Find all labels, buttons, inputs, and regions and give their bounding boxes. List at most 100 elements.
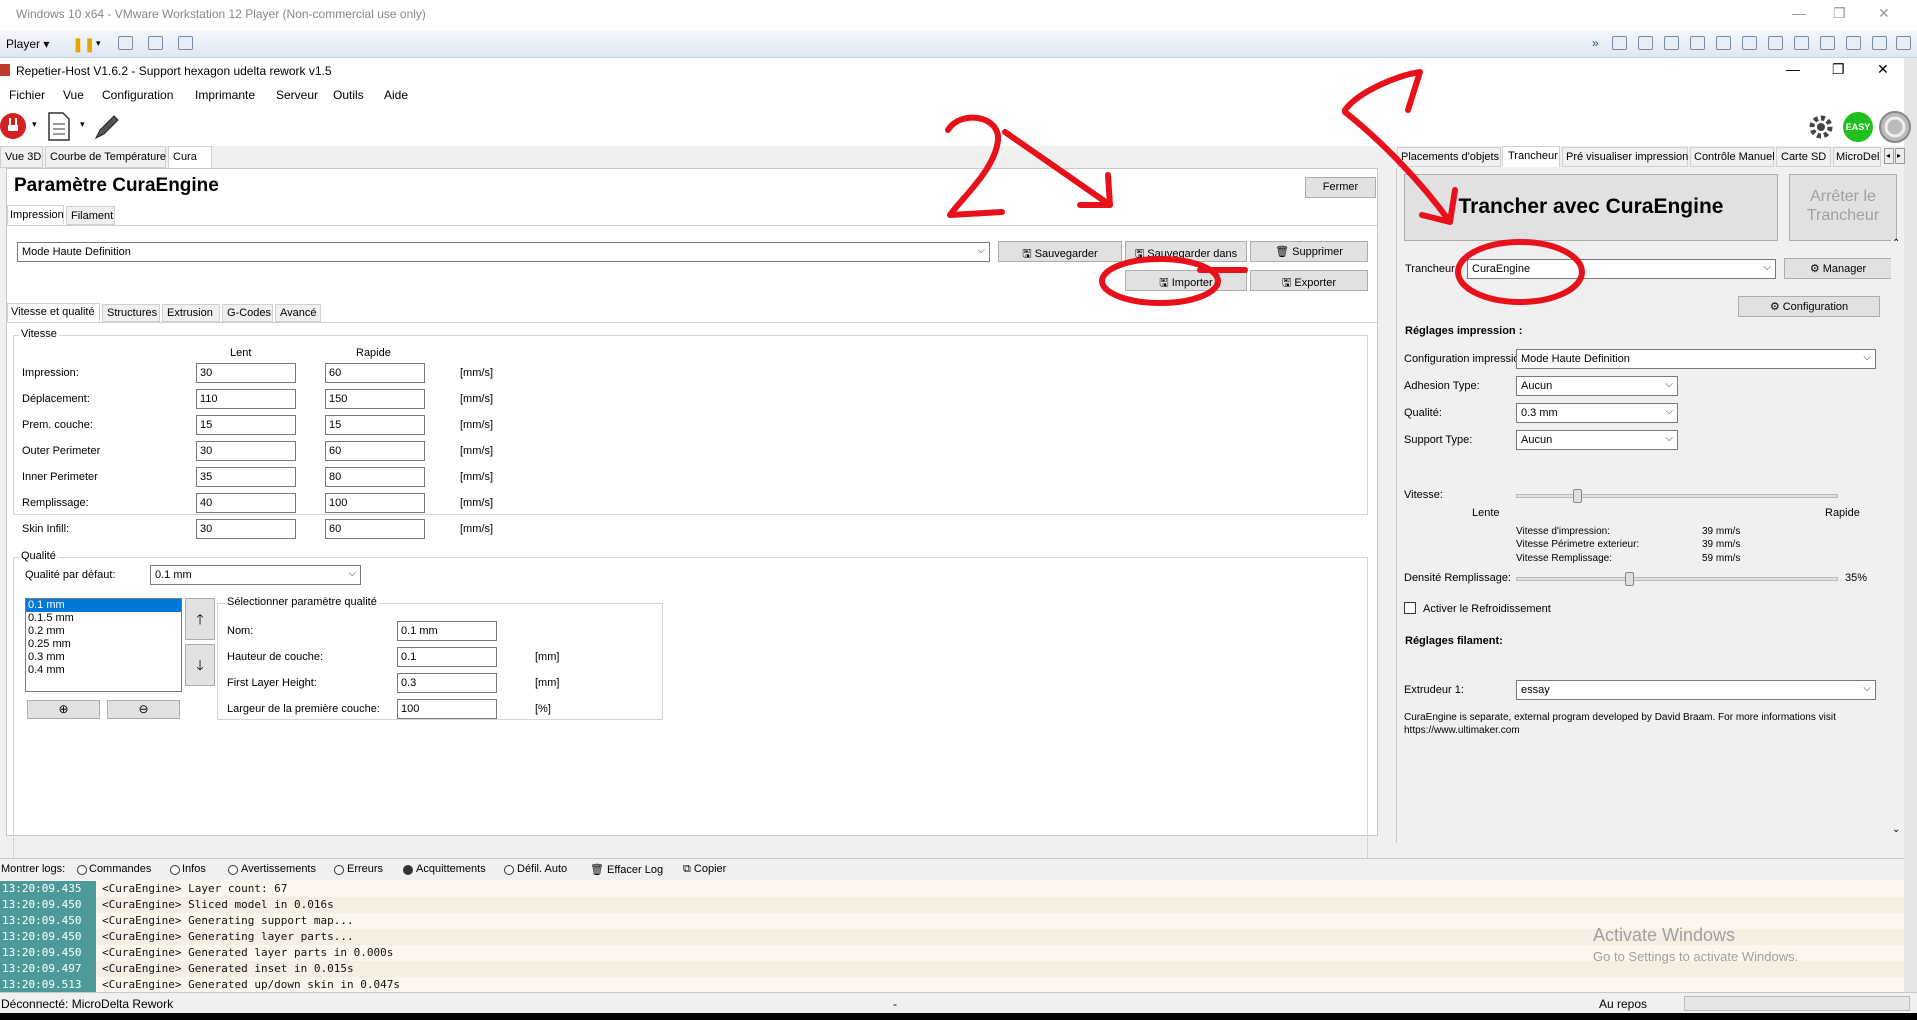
menu-imprimante[interactable]: Imprimante xyxy=(195,88,255,102)
device-network-icon[interactable] xyxy=(1716,36,1731,50)
device-hdd-icon[interactable] xyxy=(1612,36,1627,50)
log-view[interactable]: 13:20:09.435 <CuraEngine> Layer count: 67… xyxy=(0,880,1904,993)
log-warnings-label[interactable]: Avertissements xyxy=(241,863,316,875)
log-autoscroll-label[interactable]: Défil. Auto xyxy=(517,863,567,875)
device-floppy-icon[interactable] xyxy=(1664,36,1679,50)
pause-dropdown-icon[interactable]: ▾ xyxy=(96,38,101,49)
list-item[interactable]: 0.2 mm xyxy=(26,625,181,638)
speed-inner-perimeter-slow[interactable]: 35 xyxy=(196,467,296,487)
device-camera-icon[interactable] xyxy=(1794,36,1809,50)
printer-settings-icon[interactable] xyxy=(1806,112,1836,142)
quality-select[interactable]: 0.3 mm ⌵ xyxy=(1516,403,1678,423)
tab-vitesse-qualite[interactable]: Vitesse et qualité xyxy=(7,303,100,322)
tab-cura[interactable]: Cura xyxy=(168,146,212,168)
menu-fichier[interactable]: Fichier xyxy=(9,88,45,102)
clear-log-button[interactable]: 🗑 Effacer Log xyxy=(590,863,663,876)
speed-impression-slow[interactable]: 30 xyxy=(196,363,296,383)
delete-button[interactable]: 🗑 Supprimer xyxy=(1250,241,1368,262)
app-close-button[interactable]: ✕ xyxy=(1877,61,1889,78)
log-ack-label[interactable]: Acquittements xyxy=(416,863,486,875)
copy-log-button[interactable]: ⧉ Copier xyxy=(683,863,726,876)
menu-serveur[interactable]: Serveur xyxy=(276,88,318,102)
tab-structures[interactable]: Structures xyxy=(102,304,160,322)
unity-icon[interactable] xyxy=(178,36,193,50)
fit-guest-icon[interactable] xyxy=(148,36,163,50)
tab-controle-manuel[interactable]: Contrôle Manuel xyxy=(1690,147,1775,167)
slice-button[interactable]: Trancher avec CuraEngine xyxy=(1404,174,1778,241)
log-infos-radio[interactable] xyxy=(170,865,180,875)
density-slider-track[interactable] xyxy=(1516,577,1838,581)
speed-skin-infill-slow[interactable]: 30 xyxy=(196,519,296,539)
log-infos-label[interactable]: Infos xyxy=(182,863,206,875)
list-item[interactable]: 0.25 mm xyxy=(26,638,181,651)
speed-skin-infill-fast[interactable]: 60 xyxy=(325,519,425,539)
log-commands-radio[interactable] xyxy=(77,865,87,875)
device-messages-icon[interactable] xyxy=(1896,36,1911,50)
log-warnings-radio[interactable] xyxy=(228,865,238,875)
vm-minimize-button[interactable]: — xyxy=(1792,5,1806,21)
speed-prem-couche-slow[interactable]: 15 xyxy=(196,415,296,435)
stop-slicer-button[interactable]: Arrêter le Trancheur xyxy=(1789,174,1897,241)
move-up-button[interactable]: 🡑 xyxy=(185,598,215,640)
tab-extrusion[interactable]: Extrusion xyxy=(162,304,220,322)
export-button[interactable]: 🖫 Exporter xyxy=(1250,270,1368,291)
quality-list[interactable]: 0.1 mm 0.1.5 mm 0.2 mm 0.25 mm 0.3 mm 0.… xyxy=(25,598,182,692)
device-other-icon[interactable] xyxy=(1872,36,1887,50)
device-cd-icon[interactable] xyxy=(1638,36,1653,50)
log-autoscroll-radio[interactable] xyxy=(504,865,514,875)
subtab-impression[interactable]: Impression xyxy=(7,205,64,225)
speed-slider-thumb[interactable] xyxy=(1573,489,1583,503)
device-printer-icon[interactable] xyxy=(1690,36,1705,50)
tab-vue-3d[interactable]: Vue 3D xyxy=(0,146,43,168)
player-menu[interactable]: Player ▾ xyxy=(6,37,49,51)
param-largeur-input[interactable]: 100 xyxy=(397,699,497,719)
import-button[interactable]: 🖫 Importer xyxy=(1125,270,1247,291)
save-in-button[interactable]: 🖫 Sauvegarder dans xyxy=(1125,241,1247,262)
adhesion-select[interactable]: Aucun ⌵ xyxy=(1516,376,1678,396)
edit-gcode-icon[interactable] xyxy=(92,112,122,142)
right-scrollbar[interactable]: ⌃ ⌄ xyxy=(1891,238,1903,840)
tab-carte-sd[interactable]: Carte SD xyxy=(1776,147,1831,167)
tab-avance[interactable]: Avancé xyxy=(275,304,321,322)
tab-placements-objets[interactable]: Placements d'objets xyxy=(1397,147,1501,167)
load-file-icon[interactable] xyxy=(46,112,72,142)
list-item[interactable]: 0.1.5 mm xyxy=(26,612,181,625)
device-serial-icon[interactable] xyxy=(1846,36,1861,50)
menu-aide[interactable]: Aide xyxy=(384,88,408,102)
profile-select[interactable]: Mode Haute Definition ⌵ xyxy=(17,242,990,262)
manager-button[interactable]: ⚙ Manager xyxy=(1784,258,1892,279)
tab-previsualiser[interactable]: Pré visualiser impression xyxy=(1562,147,1688,167)
configuration-button[interactable]: ⚙ Configuration xyxy=(1738,296,1880,317)
param-hauteur-input[interactable]: 0.1 xyxy=(397,647,497,667)
cooling-checkbox[interactable] xyxy=(1404,602,1416,614)
tab-trancheur[interactable]: Trancheur xyxy=(1502,146,1560,167)
vm-scrollbar[interactable] xyxy=(1904,58,1917,1013)
tab-gcodes[interactable]: G-Codes xyxy=(222,304,273,322)
app-restore-button[interactable]: ❐ xyxy=(1832,61,1845,78)
speed-remplissage-fast[interactable]: 100 xyxy=(325,493,425,513)
pause-icon[interactable]: ❚❚ xyxy=(72,36,95,53)
save-button[interactable]: 🖫 Sauvegarder xyxy=(998,241,1122,262)
param-nom-input[interactable]: 0.1 mm xyxy=(397,621,497,641)
connect-dropdown-icon[interactable]: ▾ xyxy=(32,119,37,130)
menu-vue[interactable]: Vue xyxy=(63,88,84,102)
add-quality-button[interactable]: ⊕ xyxy=(27,700,100,719)
panel-splitter[interactable] xyxy=(1386,146,1394,846)
scroll-down-icon[interactable]: ⌄ xyxy=(1892,824,1900,835)
speed-prem-couche-fast[interactable]: 15 xyxy=(325,415,425,435)
speed-outer-perimeter-slow[interactable]: 30 xyxy=(196,441,296,461)
vm-close-button[interactable]: ✕ xyxy=(1878,5,1890,22)
support-select[interactable]: Aucun ⌵ xyxy=(1516,430,1678,450)
speed-deplacement-fast[interactable]: 150 xyxy=(325,389,425,409)
vm-restore-button[interactable]: ❐ xyxy=(1833,5,1846,22)
menu-outils[interactable]: Outils xyxy=(333,88,364,102)
log-commands-label[interactable]: Commandes xyxy=(89,863,151,875)
load-dropdown-icon[interactable]: ▾ xyxy=(80,119,85,130)
tab-microdelta[interactable]: MicroDel xyxy=(1833,147,1881,167)
log-errors-radio[interactable] xyxy=(334,865,344,875)
extruder-select[interactable]: essay ⌵ xyxy=(1516,680,1876,700)
print-config-select[interactable]: Mode Haute Definition ⌵ xyxy=(1516,349,1876,369)
list-item[interactable]: 0.4 mm xyxy=(26,664,181,677)
device-display-icon[interactable] xyxy=(1820,36,1835,50)
device-sound-icon[interactable] xyxy=(1768,36,1783,50)
